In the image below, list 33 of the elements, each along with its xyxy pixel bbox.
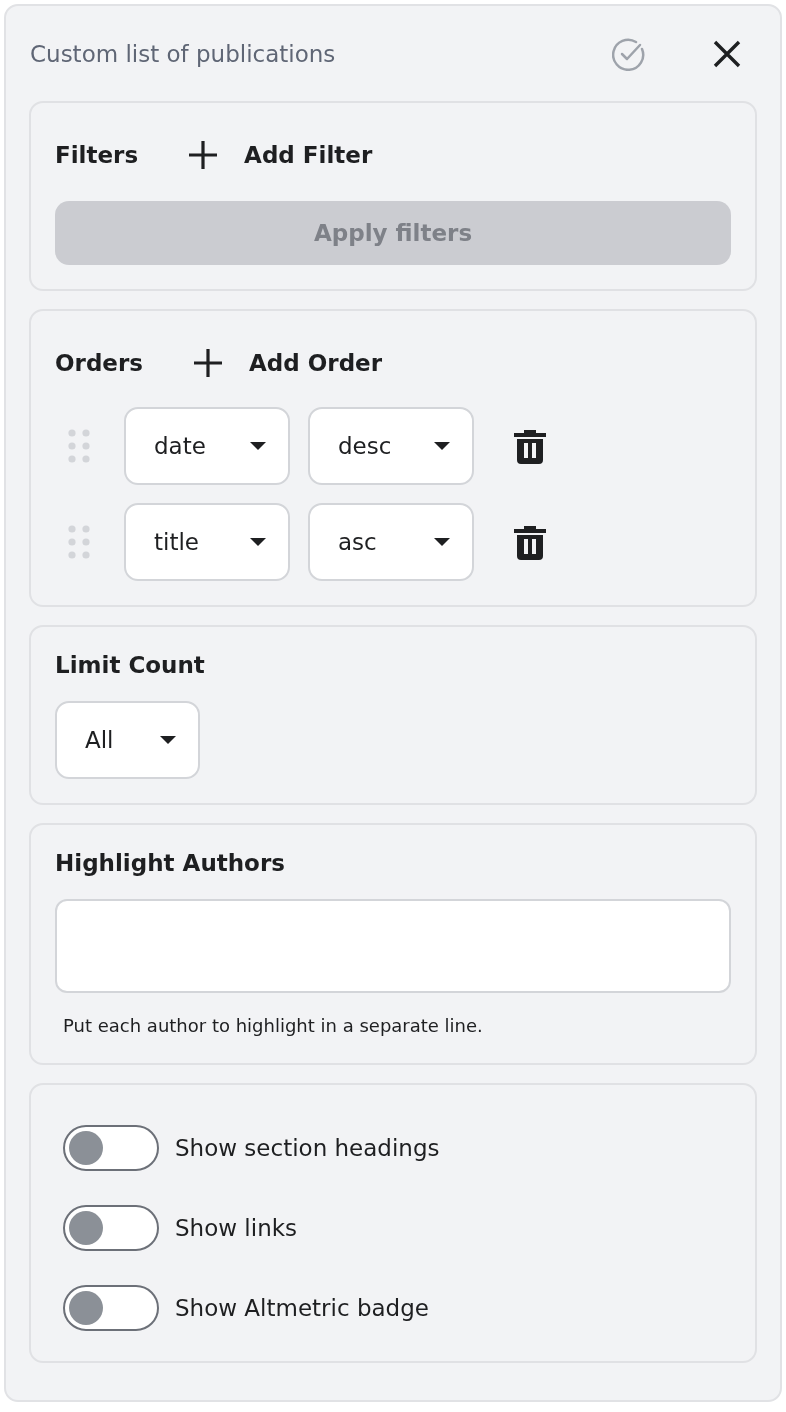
- toggle-switch[interactable]: [63, 1205, 159, 1251]
- caret-icon: [250, 538, 266, 546]
- check-circle-icon[interactable]: [612, 36, 646, 71]
- toggle-label: Show Altmetric badge: [175, 1295, 429, 1321]
- caret-icon: [434, 442, 450, 450]
- authors-field[interactable]: [55, 899, 731, 993]
- field-select[interactable]: title: [124, 503, 290, 581]
- direction-select[interactable]: asc: [308, 503, 474, 581]
- toggle-label: Show links: [175, 1215, 298, 1241]
- toggle-label: Show section headings: [175, 1135, 440, 1161]
- close-icon[interactable]: [713, 39, 741, 68]
- trash-icon[interactable]: [514, 428, 546, 464]
- filters-heading: Filters: [55, 141, 139, 170]
- panel-title: Custom list of publications: [30, 40, 337, 67]
- plus-icon: [193, 348, 223, 378]
- drag-handle-icon[interactable]: [68, 429, 90, 463]
- caret-icon: [250, 442, 266, 450]
- direction-select[interactable]: desc: [308, 407, 474, 485]
- add-filter-button[interactable]: Add Filter: [188, 140, 373, 170]
- toggle-switch[interactable]: [63, 1125, 159, 1171]
- authors-hint: Put each author to highlight in a separate line.: [63, 1014, 483, 1038]
- highlight-authors-heading: Highlight Authors: [55, 849, 285, 878]
- limit-count-heading: Limit Count: [55, 651, 205, 680]
- orders-heading: Orders: [55, 349, 143, 378]
- toggle-switch[interactable]: [63, 1285, 159, 1331]
- trash-icon[interactable]: [514, 524, 546, 560]
- drag-handle-icon[interactable]: [68, 525, 90, 559]
- caret-icon: [434, 538, 450, 546]
- caret-icon: [160, 736, 176, 744]
- add-order-button[interactable]: Add Order: [193, 348, 383, 378]
- field-select[interactable]: date: [124, 407, 290, 485]
- limit-select[interactable]: All: [55, 701, 200, 779]
- plus-icon: [188, 140, 219, 170]
